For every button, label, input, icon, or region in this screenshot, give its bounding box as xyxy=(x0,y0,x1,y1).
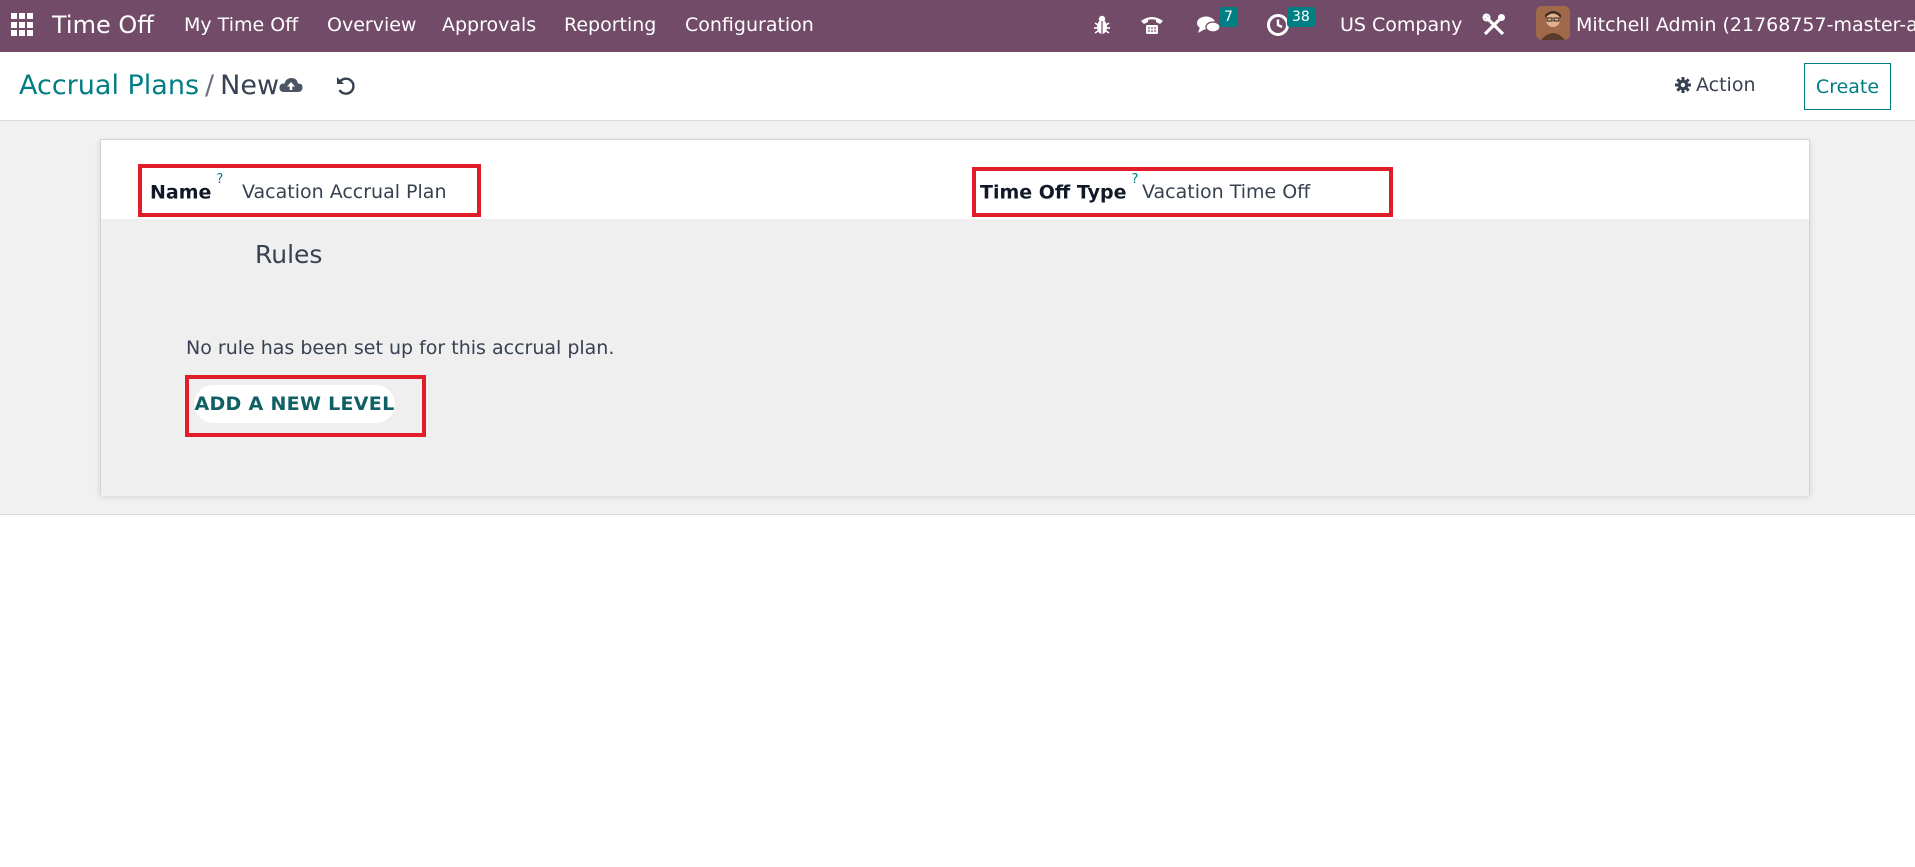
control-panel: Accrual Plans / New Action Create xyxy=(0,52,1915,121)
name-help-tooltip[interactable]: ? xyxy=(216,172,223,187)
debug-bug-icon[interactable] xyxy=(1087,10,1117,40)
menu-reporting[interactable]: Reporting xyxy=(564,14,656,36)
phone-icon[interactable] xyxy=(1137,10,1167,40)
user-menu[interactable]: Mitchell Admin (21768757-master-all) xyxy=(1576,14,1915,36)
rules-title: Rules xyxy=(255,240,323,269)
add-new-level-button[interactable]: ADD A NEW LEVEL xyxy=(194,385,395,423)
form-sheet: Name? Vacation Accrual Plan Time Off Typ… xyxy=(100,139,1810,496)
menu-approvals[interactable]: Approvals xyxy=(442,14,536,36)
name-label-text: Name xyxy=(150,181,212,204)
add-level-highlight: ADD A NEW LEVEL xyxy=(185,375,426,437)
rules-section: Rules No rule has been set up for this a… xyxy=(101,219,1809,496)
time-off-type-label-text: Time Off Type xyxy=(980,181,1127,204)
user-avatar[interactable] xyxy=(1536,6,1570,40)
no-rule-message: No rule has been set up for this accrual… xyxy=(186,337,615,359)
save-cloud-icon[interactable] xyxy=(277,72,305,100)
time-off-type-help-tooltip[interactable]: ? xyxy=(1132,172,1139,187)
menu-configuration[interactable]: Configuration xyxy=(685,14,814,36)
time-off-type-input[interactable]: Vacation Time Off xyxy=(1142,181,1310,203)
breadcrumb-accrual-plans[interactable]: Accrual Plans xyxy=(19,70,199,101)
app-title[interactable]: Time Off xyxy=(52,11,154,39)
breadcrumb-current: New xyxy=(220,70,280,101)
breadcrumb: Accrual Plans / New xyxy=(19,70,279,101)
menu-overview[interactable]: Overview xyxy=(327,14,416,36)
action-menu-button[interactable]: Action xyxy=(1674,74,1756,96)
breadcrumb-separator: / xyxy=(205,70,215,101)
create-button[interactable]: Create xyxy=(1804,63,1891,110)
time-off-type-field-label: Time Off Type? xyxy=(980,172,1138,204)
name-input[interactable]: Vacation Accrual Plan xyxy=(242,181,446,203)
top-navbar: Time Off My Time Off Overview Approvals … xyxy=(0,0,1915,52)
menu-my-time-off[interactable]: My Time Off xyxy=(184,14,298,36)
activities-count-badge: 38 xyxy=(1287,7,1315,27)
gear-icon xyxy=(1675,77,1691,93)
tools-settings-icon[interactable] xyxy=(1479,10,1509,40)
action-label: Action xyxy=(1696,74,1756,96)
messages-count-badge: 7 xyxy=(1219,7,1238,27)
discard-changes-icon[interactable] xyxy=(332,72,360,100)
company-switcher[interactable]: US Company xyxy=(1340,14,1462,36)
form-header-section: Name? Vacation Accrual Plan Time Off Typ… xyxy=(101,140,1809,219)
name-field-label: Name? xyxy=(150,172,223,204)
apps-menu-icon[interactable] xyxy=(11,13,35,37)
